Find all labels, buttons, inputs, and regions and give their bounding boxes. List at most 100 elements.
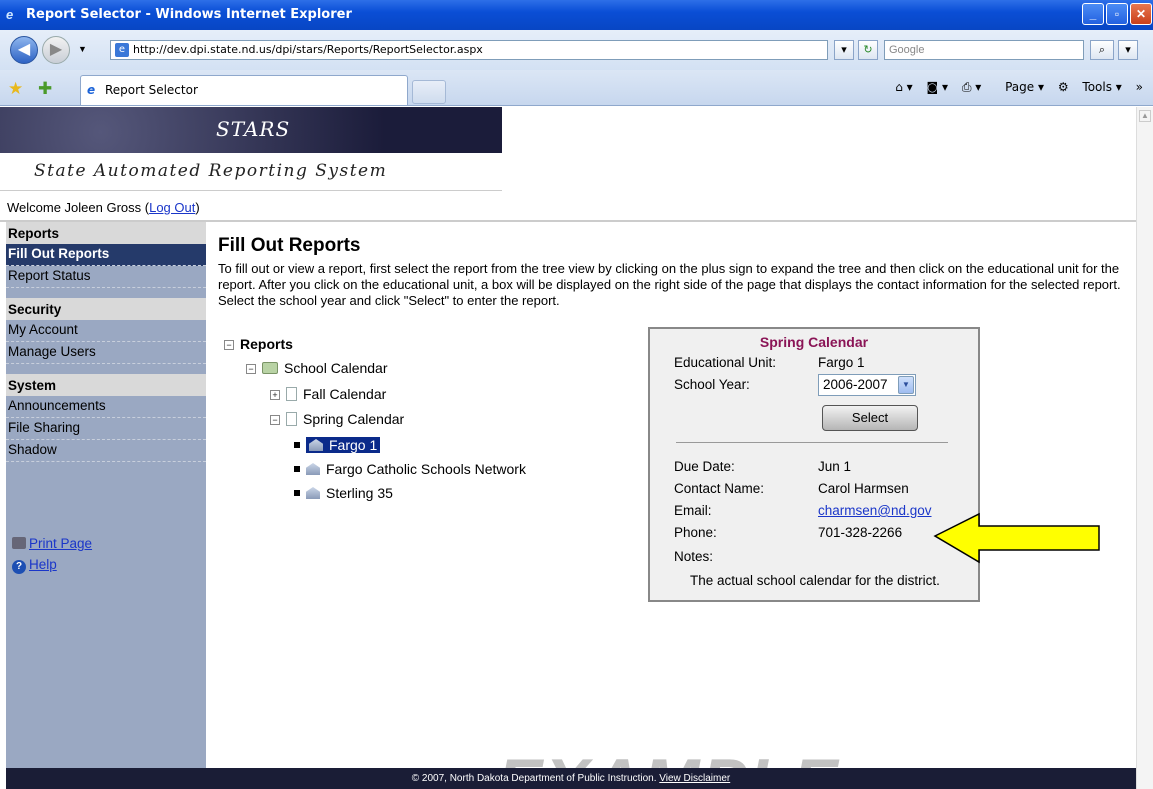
details-divider xyxy=(676,442,948,443)
url-dropdown-button[interactable]: ▾ xyxy=(834,40,854,60)
bullet-icon xyxy=(294,466,300,472)
search-input[interactable]: Google xyxy=(884,40,1084,60)
sidebar-header-reports: Reports xyxy=(6,222,206,244)
sidebar-item-manage-users[interactable]: Manage Users xyxy=(6,342,206,364)
school-year-select[interactable]: 2006-2007 ▼ xyxy=(818,374,916,396)
back-button[interactable]: ◀ xyxy=(10,36,38,64)
instructions-text: To fill out or view a report, first sele… xyxy=(218,261,1121,308)
refresh-button[interactable]: ↻ xyxy=(858,40,878,60)
email-label: Email: xyxy=(674,503,712,518)
welcome-text: Welcome Joleen Gross ( xyxy=(7,200,150,215)
printer-icon xyxy=(12,537,26,549)
tree-node-school-calendar[interactable]: − School Calendar xyxy=(246,359,388,377)
collapse-icon[interactable]: − xyxy=(270,415,280,425)
add-favorites-icon[interactable]: ✚ xyxy=(38,79,52,99)
unit-value: Fargo 1 xyxy=(818,355,865,370)
search-icon[interactable]: ⌕ xyxy=(1090,40,1114,60)
help-link[interactable]: Help xyxy=(29,557,57,572)
email-link[interactable]: charmsen@nd.gov xyxy=(818,503,932,518)
banner-subtitle: State Automated Reporting System xyxy=(34,161,388,181)
unit-label: Educational Unit: xyxy=(674,355,777,370)
page-menu-label: Page xyxy=(1005,80,1035,94)
sidebar-item-file-sharing[interactable]: File Sharing xyxy=(6,418,206,440)
due-date-label: Due Date: xyxy=(674,459,735,474)
search-options-icon[interactable]: ▾ xyxy=(1118,40,1138,60)
tree-root-label: Reports xyxy=(240,336,293,352)
notes-label: Notes: xyxy=(674,549,714,564)
minimize-button[interactable]: _ xyxy=(1082,3,1104,25)
tree-unit-label: Fargo Catholic Schools Network xyxy=(326,461,526,477)
expand-icon[interactable]: + xyxy=(270,390,280,400)
scroll-up-icon[interactable]: ▲ xyxy=(1139,110,1151,122)
sidebar-item-announcements[interactable]: Announcements xyxy=(6,396,206,418)
collapse-icon[interactable]: − xyxy=(224,340,234,350)
logout-link[interactable]: Log Out xyxy=(149,200,195,215)
document-icon xyxy=(286,412,297,426)
tree-category-label: School Calendar xyxy=(284,360,388,376)
more-icon[interactable]: » xyxy=(1136,80,1143,94)
footer: © 2007, North Dakota Department of Publi… xyxy=(6,768,1136,789)
help-icon: ? xyxy=(12,560,26,574)
school-icon xyxy=(306,463,320,475)
bullet-icon xyxy=(294,442,300,448)
title-bar: e Report Selector - Windows Internet Exp… xyxy=(0,0,1153,30)
new-tab-button[interactable] xyxy=(412,80,446,104)
footer-text: © 2007, North Dakota Department of Publi… xyxy=(411,773,660,784)
banner-title: STARS xyxy=(216,117,291,141)
contact-value: Carol Harmsen xyxy=(818,481,909,496)
due-date-value: Jun 1 xyxy=(818,459,852,474)
tree-node-sterling-35[interactable]: Sterling 35 xyxy=(294,484,393,502)
disclaimer-link[interactable]: View Disclaimer xyxy=(659,773,730,784)
report-details-box: Spring Calendar Educational Unit: Fargo … xyxy=(648,327,980,602)
sidebar-item-fill-out-reports[interactable]: Fill Out Reports xyxy=(6,244,206,266)
select-button[interactable]: Select xyxy=(822,405,918,431)
page-icon: e xyxy=(115,43,129,57)
sidebar-item-shadow[interactable]: Shadow xyxy=(6,440,206,462)
tree-fall-label: Fall Calendar xyxy=(303,386,387,402)
tree-unit-label: Fargo 1 xyxy=(329,437,378,453)
url-input[interactable]: e http://dev.dpi.state.nd.us/dpi/stars/R… xyxy=(110,40,828,60)
ie-logo-icon: e xyxy=(6,7,14,22)
print-icon[interactable]: ⎙ ▾ xyxy=(962,80,981,94)
address-bar: ◀ ▶ ▼ e http://dev.dpi.state.nd.us/dpi/s… xyxy=(0,30,1153,70)
maximize-button[interactable]: ▫ xyxy=(1106,3,1128,25)
main-area: Fill Out Reports To fill out or view a r… xyxy=(218,235,1136,602)
recent-pages-icon[interactable]: ▼ xyxy=(78,44,87,54)
feeds-icon[interactable]: ◙ ▾ xyxy=(927,80,948,94)
home-icon[interactable]: ⌂ ▾ xyxy=(895,80,912,94)
phone-label: Phone: xyxy=(674,525,717,540)
school-year-value: 2006-2007 xyxy=(823,377,888,392)
sidebar-item-report-status[interactable]: Report Status xyxy=(6,266,206,288)
window-title: Report Selector - Windows Internet Explo… xyxy=(26,7,352,22)
collapse-icon[interactable]: − xyxy=(246,364,256,374)
tree-node-fargo-catholic[interactable]: Fargo Catholic Schools Network xyxy=(294,460,526,478)
tree-node-reports: − Reports xyxy=(224,335,293,353)
tree-node-fall-calendar[interactable]: + Fall Calendar xyxy=(270,385,386,403)
welcome-message: Welcome Joleen Gross (Log Out) xyxy=(7,200,200,215)
forward-button[interactable]: ▶ xyxy=(42,36,70,64)
document-icon xyxy=(286,387,297,401)
print-page-link[interactable]: Print Page xyxy=(29,536,92,551)
tree-node-spring-calendar[interactable]: − Spring Calendar xyxy=(270,410,404,428)
command-bar: ⌂ ▾ ◙ ▾ ⎙ ▾ Page ▾ ⚙ Tools ▾ » xyxy=(885,80,1143,95)
notes-value: The actual school calendar for the distr… xyxy=(690,573,940,588)
sidebar-links: Print Page ? Help xyxy=(12,536,92,580)
tree-node-fargo-1[interactable]: Fargo 1 xyxy=(294,436,381,454)
sidebar-item-my-account[interactable]: My Account xyxy=(6,320,206,342)
favorites-star-icon[interactable]: ★ xyxy=(8,79,23,99)
page-menu[interactable]: Page ▾ xyxy=(995,80,1044,94)
chevron-down-icon: ▼ xyxy=(898,376,914,394)
url-text: http://dev.dpi.state.nd.us/dpi/stars/Rep… xyxy=(133,43,483,56)
page-title: Fill Out Reports xyxy=(218,235,361,256)
close-button[interactable]: ✕ xyxy=(1130,3,1152,25)
vertical-scrollbar[interactable]: ▲ xyxy=(1136,107,1153,789)
banner-subtitle-area: State Automated Reporting System xyxy=(0,153,502,191)
details-title: Spring Calendar xyxy=(759,334,869,350)
page-content: STARS State Automated Reporting System W… xyxy=(0,107,1136,789)
tools-menu[interactable]: ⚙ Tools ▾ xyxy=(1058,80,1122,94)
tab-report-selector[interactable]: e Report Selector xyxy=(80,75,408,105)
tools-menu-label: Tools xyxy=(1082,80,1112,94)
tab-label: Report Selector xyxy=(105,83,198,97)
yellow-arrow-icon xyxy=(933,512,1100,564)
school-icon xyxy=(306,487,320,499)
